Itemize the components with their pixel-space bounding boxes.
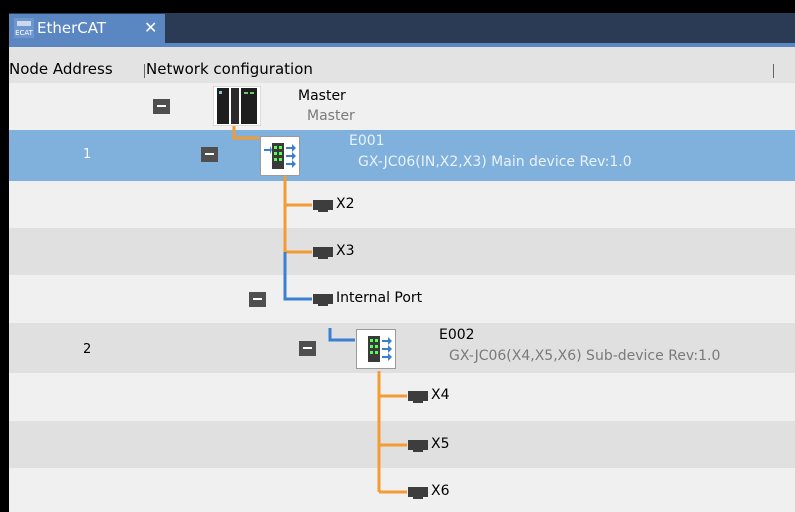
collapse-button-internal-port[interactable] — [249, 292, 266, 307]
device-name-e002: E002 — [439, 327, 475, 343]
ethernet-port-icon — [313, 247, 333, 259]
tree-row-x5[interactable] — [9, 421, 795, 468]
port-label-x6[interactable]: X6 — [431, 483, 450, 499]
column-splitter[interactable] — [144, 64, 145, 78]
tab-strip: ECAT EtherCAT ✕ — [9, 13, 795, 43]
close-icon[interactable]: ✕ — [144, 18, 157, 37]
ethercat-editor: ECAT EtherCAT ✕ Node Address Network con… — [9, 13, 795, 512]
port-label-x2[interactable]: X2 — [336, 196, 355, 212]
master-controller-icon[interactable] — [213, 86, 261, 126]
device-model-e002: GX-JC06(X4,X5,X6) Sub-device Rev:1.0 — [449, 348, 721, 364]
port-label-x3[interactable]: X3 — [336, 243, 355, 259]
collapse-button-e001[interactable] — [201, 147, 218, 162]
node-address: 2 — [83, 342, 92, 357]
junction-slave-icon — [264, 143, 296, 169]
ethernet-port-icon — [313, 294, 333, 306]
svg-text:ECAT: ECAT — [15, 29, 34, 37]
ethernet-port-icon — [313, 200, 333, 212]
ethernet-port-icon — [408, 440, 428, 452]
column-network-configuration[interactable]: Network configuration — [146, 60, 313, 78]
port-label-internal[interactable]: Internal Port — [336, 290, 422, 306]
device-model-e001: GX-JC06(IN,X2,X3) Main device Rev:1.0 — [358, 154, 632, 170]
ethernet-port-icon — [408, 391, 428, 403]
e002-device-card[interactable] — [356, 329, 396, 369]
port-label-x5[interactable]: X5 — [431, 436, 450, 452]
tab-ethercat[interactable]: ECAT EtherCAT ✕ — [9, 14, 165, 43]
node-address: 1 — [83, 147, 92, 162]
device-model-master: Master — [307, 108, 355, 124]
column-splitter-end[interactable] — [773, 64, 774, 78]
junction-slave-icon — [368, 336, 392, 362]
ethercat-icon: ECAT — [14, 18, 34, 38]
ethernet-port-icon — [408, 487, 428, 499]
tree-row-x6[interactable] — [9, 468, 795, 512]
column-node-address[interactable]: Node Address — [9, 60, 113, 78]
tree-row-x2[interactable] — [9, 181, 795, 228]
column-header: Node Address Network configuration — [9, 47, 795, 83]
collapse-button-master[interactable] — [153, 99, 170, 114]
device-name-e001: E001 — [349, 133, 385, 149]
tree-row-x3[interactable] — [9, 228, 795, 275]
tree-row-master[interactable] — [9, 83, 795, 130]
window-frame: ECAT EtherCAT ✕ Node Address Network con… — [0, 0, 795, 512]
tree-row-x4[interactable] — [9, 373, 795, 421]
port-label-x4[interactable]: X4 — [431, 387, 450, 403]
tab-label: EtherCAT — [37, 19, 106, 37]
device-name-master: Master — [298, 88, 346, 104]
e001-device-card[interactable] — [260, 136, 300, 176]
collapse-button-e002[interactable] — [299, 341, 316, 356]
